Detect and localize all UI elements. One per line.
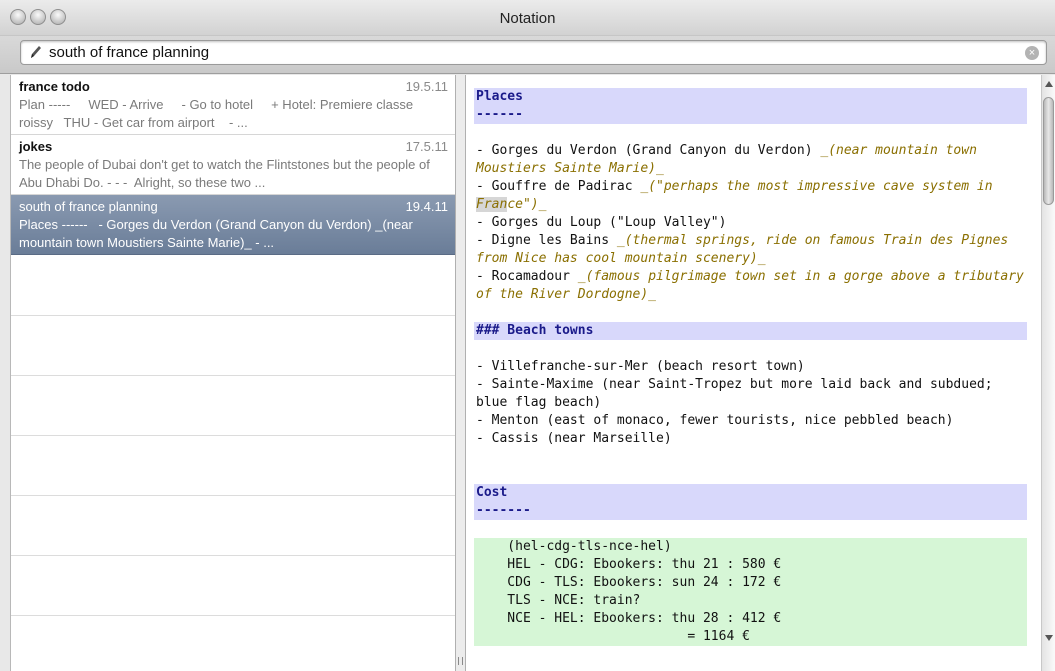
place-line: - Digne les Bains _(thermal springs, rid…	[476, 233, 1017, 266]
note-preview: Plan ----- WED - Arrive - Go to hotel + …	[19, 97, 417, 130]
place-line: - Gorges du Loup ("Loup Valley")	[476, 215, 727, 230]
place-line: - Gouffre de Padirac _("perhaps the most…	[476, 179, 1001, 212]
empty-row	[11, 556, 456, 616]
window-title: Notation	[499, 10, 556, 27]
empty-row	[11, 496, 456, 556]
code-line: HEL - CDG: Ebookers: thu 21 : 580 €	[474, 556, 1027, 574]
empty-row	[11, 316, 456, 376]
note-preview: The people of Dubai don't get to watch t…	[19, 157, 433, 190]
scroll-thumb[interactable]	[1043, 97, 1054, 205]
code-line: CDG - TLS: Ebookers: sun 24 : 172 €	[474, 574, 1027, 592]
search-field[interactable]: ×	[20, 40, 1047, 65]
empty-row	[11, 376, 456, 436]
list-item[interactable]: france todo 19.5.11 Plan ----- WED - Arr…	[11, 75, 456, 135]
app-window: Notation × france todo 19.5.11 Plan ----…	[0, 0, 1055, 671]
code-line: = 1164 €	[474, 628, 1027, 646]
clear-search-icon[interactable]: ×	[1025, 46, 1039, 60]
search-bar: ×	[0, 36, 1055, 74]
cost-heading: Cost	[474, 484, 1027, 502]
note-title: jokes	[19, 139, 53, 154]
code-line: TLS - NCE: train?	[474, 592, 1027, 610]
search-input[interactable]	[49, 43, 1009, 62]
note-date: 19.4.11	[405, 199, 448, 214]
note-date: 19.5.11	[405, 79, 448, 94]
editor-text[interactable]: Places ------ - Gorges du Verdon (Grand …	[474, 88, 1027, 646]
title-bar: Notation	[0, 0, 1055, 36]
places-heading: Places	[474, 88, 1027, 106]
search-match-highlight: Fran	[476, 197, 508, 212]
note-date: 17.5.11	[405, 139, 448, 154]
beach-line: - Cassis (near Marseille)	[476, 431, 672, 446]
list-item[interactable]: jokes 17.5.11 The people of Dubai don't …	[11, 135, 456, 195]
list-item-selected[interactable]: south of france planning 19.4.11 Places …	[11, 195, 456, 255]
scroll-down-arrow-icon[interactable]	[1045, 635, 1053, 641]
code-line: NCE - HEL: Ebookers: thu 28 : 412 €	[474, 610, 1027, 628]
place-line: - Gorges du Verdon (Grand Canyon du Verd…	[476, 143, 985, 176]
empty-row	[11, 616, 456, 671]
cost-rule: -------	[474, 502, 1027, 520]
code-line: (hel-cdg-tls-nce-hel)	[474, 538, 1027, 556]
split-view-divider[interactable]	[455, 75, 466, 671]
editor-scrollbar[interactable]	[1041, 75, 1055, 671]
resize-grip-icon[interactable]	[458, 657, 463, 665]
beach-line: - Villefranche-sur-Mer (beach resort tow…	[476, 359, 805, 374]
note-preview: Places ------ - Gorges du Verdon (Grand …	[19, 217, 417, 250]
note-title: south of france planning	[19, 199, 158, 214]
notes-list: france todo 19.5.11 Plan ----- WED - Arr…	[10, 75, 456, 671]
places-rule: ------	[474, 106, 1027, 124]
empty-row	[11, 436, 456, 496]
note-editor[interactable]: Places ------ - Gorges du Verdon (Grand …	[466, 75, 1041, 671]
scroll-up-arrow-icon[interactable]	[1045, 81, 1053, 87]
beach-line: - Menton (east of monaco, fewer tourists…	[476, 413, 954, 428]
beach-towns-heading: ### Beach towns	[474, 322, 1027, 340]
empty-row	[11, 256, 456, 316]
beach-line: - Sainte-Maxime (near Saint-Tropez but m…	[476, 377, 1001, 410]
note-title: france todo	[19, 79, 90, 94]
pencil-icon	[31, 46, 41, 58]
place-line: - Rocamadour _(famous pilgrimage town se…	[476, 269, 1032, 302]
